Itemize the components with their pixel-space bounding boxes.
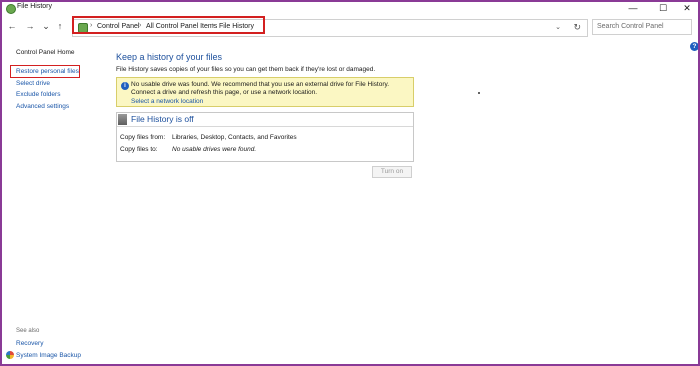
up-arrow-icon[interactable]: ↑ — [54, 20, 66, 32]
copy-from-label: Copy files from: — [120, 134, 166, 141]
file-history-icon — [6, 4, 16, 14]
refresh-icon[interactable]: ↻ — [573, 22, 581, 33]
status-title: File History is off — [131, 114, 194, 124]
status-panel: File History is off Copy files from: Lib… — [116, 112, 414, 162]
window-frame: File History — ☐ ✕ ← → ⌄ ↑ › Control Pan… — [0, 0, 700, 366]
page-title: Keep a history of your files — [116, 52, 223, 62]
exclude-folders-link[interactable]: Exclude folders — [16, 91, 60, 98]
copy-from-value: Libraries, Desktop, Contacts, and Favori… — [172, 134, 297, 141]
recovery-link[interactable]: Recovery — [16, 340, 43, 347]
select-drive-link[interactable]: Select drive — [16, 80, 50, 87]
copy-to-label: Copy files to: — [120, 146, 158, 153]
close-button[interactable]: ✕ — [676, 2, 698, 14]
info-icon: i — [121, 82, 129, 90]
warning-text: No usable drive was found. We recommend … — [131, 81, 390, 96]
control-panel-home-link[interactable]: Control Panel Home — [16, 49, 75, 56]
restore-highlight-box — [10, 65, 80, 78]
status-header: File History is off — [117, 113, 413, 127]
advanced-settings-link[interactable]: Advanced settings — [16, 103, 69, 110]
system-image-backup-link[interactable]: System Image Backup — [16, 352, 81, 359]
cursor-dot — [478, 92, 480, 94]
minimize-button[interactable]: — — [622, 2, 644, 14]
title-bar: File History — ☐ ✕ — [2, 2, 698, 16]
system-image-backup-icon — [6, 351, 14, 359]
help-icon[interactable]: ? — [690, 42, 698, 51]
warning-banner: i No usable drive was found. We recommen… — [116, 77, 414, 107]
copy-to-value: No usable drives were found. — [172, 146, 257, 153]
address-highlight-box — [72, 16, 265, 34]
page-description: File History saves copies of your files … — [116, 66, 376, 73]
see-also-label: See also — [16, 328, 40, 334]
back-arrow-icon[interactable]: ← — [6, 20, 18, 32]
window-title: File History — [17, 3, 53, 10]
select-network-location-link[interactable]: Select a network location — [131, 98, 203, 105]
maximize-button[interactable]: ☐ — [652, 2, 674, 14]
turn-on-button[interactable]: Turn on — [372, 166, 412, 178]
drive-icon — [118, 114, 127, 125]
address-dropdown-icon[interactable]: ⌄ — [555, 23, 561, 31]
search-input[interactable]: Search Control Panel — [592, 19, 692, 35]
navigation-bar: ← → ⌄ ↑ › Control Panel › All Control Pa… — [2, 16, 698, 38]
forward-arrow-icon[interactable]: → — [24, 20, 36, 32]
recent-locations-chevron-icon[interactable]: ⌄ — [40, 20, 52, 32]
